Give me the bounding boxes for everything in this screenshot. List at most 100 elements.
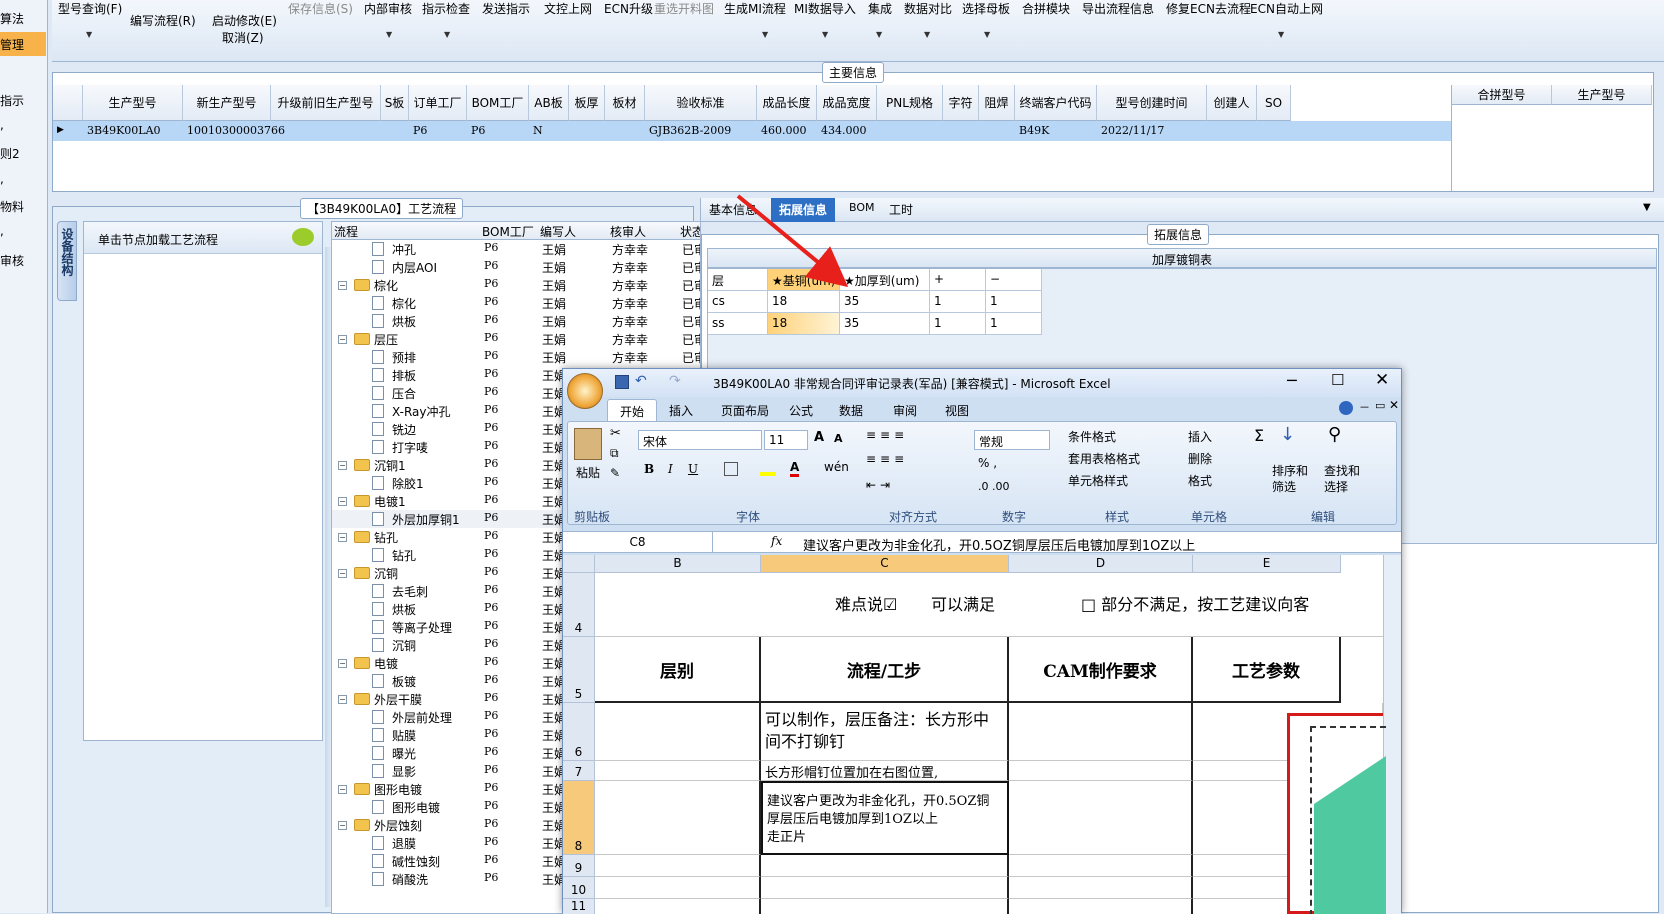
- plating-cell[interactable]: 18: [768, 291, 840, 313]
- name-box[interactable]: C8: [563, 532, 713, 552]
- dropdown-arrow-icon[interactable]: ▼: [386, 30, 392, 39]
- ribbon-tab-0[interactable]: 开始: [607, 399, 658, 423]
- minimize-icon[interactable]: ─: [1287, 371, 1297, 390]
- cell-b8[interactable]: [595, 781, 761, 855]
- toolbar-generate-mi[interactable]: 生成MI流程: [724, 0, 786, 17]
- find-icon[interactable]: ⚲: [1328, 424, 1341, 445]
- filter-button[interactable]: 筛选: [1272, 478, 1296, 495]
- dropdown-arrow-icon[interactable]: ▼: [924, 30, 930, 39]
- decimal-icon[interactable]: .0 .00: [978, 480, 1010, 493]
- collapse-icon[interactable]: −: [338, 695, 347, 704]
- plating-cell[interactable]: 1: [930, 313, 986, 335]
- collapse-icon[interactable]: −: [338, 533, 347, 542]
- grow-font-icon[interactable]: A: [814, 430, 824, 445]
- toolbar-merge-module[interactable]: 合拼模块: [1022, 0, 1070, 17]
- plating-cell[interactable]: cs: [708, 291, 768, 313]
- dropdown-arrow-icon[interactable]: ▼: [86, 30, 92, 39]
- embedded-drawing[interactable]: [1287, 713, 1386, 914]
- cell-c10[interactable]: [761, 877, 1009, 899]
- sort-icon[interactable]: ↓: [1280, 424, 1295, 445]
- main-info-cell-9[interactable]: GJB362B-2009: [649, 124, 731, 137]
- cell-d8[interactable]: [1009, 781, 1193, 855]
- undo-icon[interactable]: ↶: [635, 373, 647, 389]
- toolbar-start-modify[interactable]: 启动修改(E): [212, 12, 277, 29]
- save-icon[interactable]: [615, 375, 629, 389]
- cell-d10[interactable]: [1009, 877, 1193, 899]
- redo-icon[interactable]: ↷: [669, 373, 681, 389]
- sum-icon[interactable]: Σ: [1254, 426, 1264, 445]
- nav-item-8[interactable]: ,: [0, 224, 4, 238]
- collapse-icon[interactable]: −: [338, 569, 347, 578]
- ribbon-minimize-icon[interactable]: －: [1359, 399, 1370, 415]
- nav-item-6[interactable]: ,: [0, 172, 4, 186]
- row-header-4[interactable]: 4: [563, 573, 595, 637]
- dropdown-arrow-icon[interactable]: ▼: [876, 30, 882, 39]
- phonetic-icon[interactable]: wén: [824, 460, 849, 474]
- bold-icon[interactable]: B: [644, 462, 654, 476]
- plating-cell[interactable]: 35: [840, 291, 930, 313]
- plating-cell[interactable]: 35: [840, 313, 930, 335]
- toolbar-save-info[interactable]: 保存信息(S): [288, 0, 353, 17]
- toolbar-instruction-check[interactable]: 指示检查: [422, 0, 470, 17]
- main-info-cell-0[interactable]: 3B49K00LA0: [87, 124, 161, 137]
- horizontal-align-icons[interactable]: ≡≡≡: [866, 452, 966, 472]
- delete-cells-button[interactable]: 删除: [1188, 450, 1212, 467]
- dropdown-arrow-icon[interactable]: ▼: [984, 30, 990, 39]
- maximize-icon[interactable]: ☐: [1331, 371, 1344, 389]
- cell-c6[interactable]: 可以制作，层压备注：长方形中间不打铆钉: [761, 703, 1009, 761]
- copy-icon[interactable]: ⧉: [610, 446, 619, 461]
- toolbar-select-mother-board[interactable]: 选择母板: [962, 0, 1010, 17]
- ribbon-tab-3[interactable]: 公式: [781, 399, 821, 422]
- nav-item-material[interactable]: 物料: [0, 198, 24, 215]
- cell-d6[interactable]: [1009, 703, 1193, 761]
- ribbon-tab-2[interactable]: 页面布局: [713, 399, 777, 422]
- collapse-icon[interactable]: −: [338, 785, 347, 794]
- ribbon-tab-4[interactable]: 数据: [831, 399, 871, 422]
- main-info-cell-10[interactable]: 460.000: [761, 124, 807, 137]
- sheet-corner[interactable]: [563, 555, 595, 573]
- cell-c11[interactable]: [761, 899, 1009, 914]
- paste-icon[interactable]: [574, 428, 602, 460]
- collapse-icon[interactable]: −: [338, 281, 347, 290]
- underline-icon[interactable]: U: [688, 462, 698, 476]
- cell-c9[interactable]: [761, 855, 1009, 877]
- tree-row[interactable]: 烘板P6王娟方幸幸已审核: [332, 312, 727, 330]
- column-header-B[interactable]: B: [595, 555, 761, 573]
- load-node-bar[interactable]: 单击节点加载工艺流程: [84, 222, 322, 254]
- cell-style-button[interactable]: 单元格样式: [1068, 472, 1128, 489]
- cut-icon[interactable]: ✂: [610, 426, 621, 441]
- cell-c7[interactable]: 长方形帽钉位置加在右图位置,: [761, 761, 1009, 781]
- vertical-align-icons[interactable]: ≡≡≡: [866, 428, 966, 448]
- number-format-select[interactable]: 常规: [974, 430, 1050, 450]
- tab-extended-info[interactable]: 拓展信息: [771, 198, 836, 222]
- dropdown-arrow-icon[interactable]: ▼: [1278, 30, 1284, 39]
- format-cells-button[interactable]: 格式: [1188, 472, 1212, 489]
- tab-work-hours[interactable]: 工时: [885, 201, 917, 218]
- cell-b10[interactable]: [595, 877, 761, 899]
- main-info-cell-16[interactable]: 2022/11/17: [1101, 124, 1164, 137]
- row-header-11[interactable]: 11: [563, 899, 595, 914]
- toolbar-integrate[interactable]: 集成: [868, 0, 892, 17]
- row-header-5[interactable]: 5: [563, 637, 595, 703]
- find-button[interactable]: 查找和: [1324, 462, 1360, 479]
- column-header-D[interactable]: D: [1009, 555, 1193, 573]
- plating-cell[interactable]: 1: [986, 291, 1042, 313]
- sheet-header-3[interactable]: 工艺参数: [1193, 637, 1341, 703]
- cell-b6[interactable]: [595, 703, 761, 761]
- ribbon-tab-1[interactable]: 插入: [661, 399, 701, 422]
- toolbar-reselect-cutting[interactable]: 重选开料图: [654, 0, 714, 17]
- italic-icon[interactable]: I: [668, 462, 673, 476]
- dropdown-arrow-icon[interactable]: ▼: [762, 30, 768, 39]
- vertical-tab-structure[interactable]: 设备结构: [57, 221, 77, 301]
- plating-cell[interactable]: 1: [986, 313, 1042, 335]
- shrink-font-icon[interactable]: A: [834, 432, 843, 445]
- row-header-10[interactable]: 10: [563, 877, 595, 899]
- toolbar-export-flow[interactable]: 导出流程信息: [1082, 0, 1154, 17]
- cell-d9[interactable]: [1009, 855, 1193, 877]
- nav-item-instruction[interactable]: 指示: [0, 92, 24, 109]
- cell-b7[interactable]: [595, 761, 761, 781]
- sheet-header-0[interactable]: 层别: [595, 637, 761, 703]
- cell-c8[interactable]: 建议客户更改为非金化孔，开0.5OZ铜 厚层压后电镀加厚到1OZ以上 走正片: [761, 781, 1009, 855]
- tree-row[interactable]: −棕化P6王娟方幸幸已审核: [332, 276, 727, 294]
- nav-item-manage[interactable]: 管理: [0, 32, 46, 56]
